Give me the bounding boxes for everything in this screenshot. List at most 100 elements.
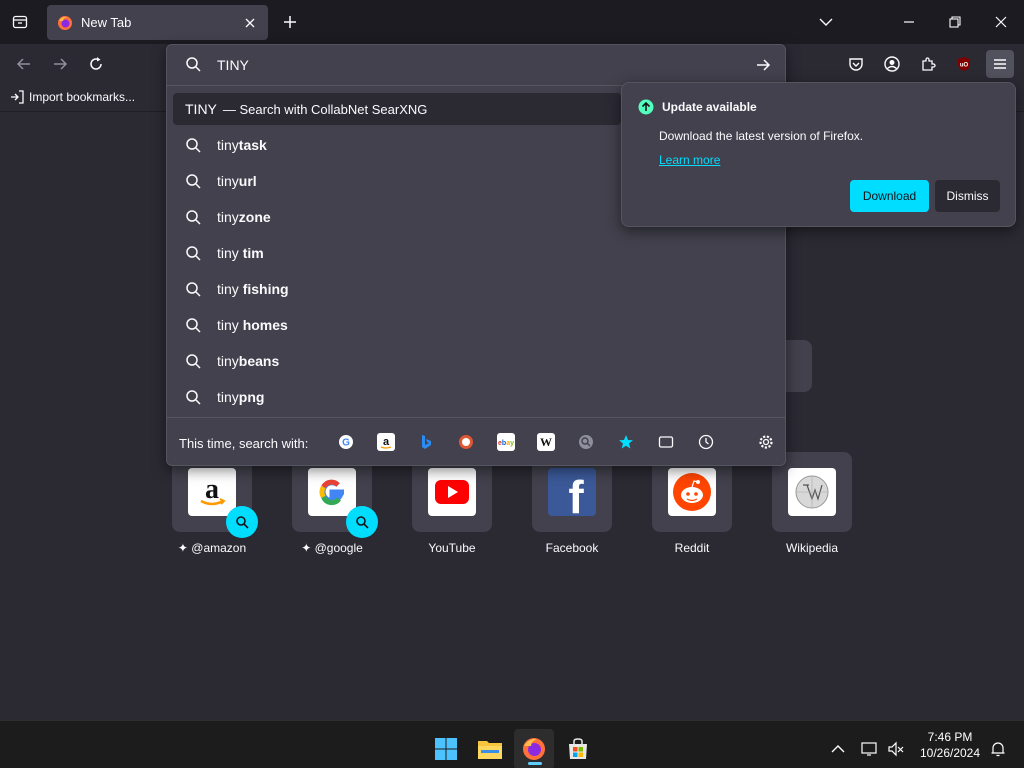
pocket-button[interactable] xyxy=(842,50,870,78)
search-with-label: This time, search with: xyxy=(179,436,309,451)
learn-more-link[interactable]: Learn more xyxy=(659,153,720,167)
searxng-icon xyxy=(579,435,593,449)
chevron-up-icon xyxy=(831,745,845,753)
engine-amazon-button[interactable]: a xyxy=(377,433,395,451)
top-site-label: ✦ @google xyxy=(301,541,363,555)
forward-button[interactable] xyxy=(46,50,74,78)
search-history-button[interactable] xyxy=(697,433,715,451)
ebay-icon: ebay xyxy=(498,440,514,447)
search-settings-button[interactable] xyxy=(757,433,775,451)
engine-wikipedia-button[interactable]: W xyxy=(537,433,555,451)
search-icon xyxy=(186,57,201,72)
import-bookmarks-button[interactable]: Import bookmarks... xyxy=(10,90,135,104)
top-site-wikipedia[interactable]: Wikipedia xyxy=(772,452,852,555)
microsoft-store-button[interactable] xyxy=(558,729,598,768)
reload-button[interactable] xyxy=(82,50,110,78)
restore-icon xyxy=(949,16,961,28)
volume-button[interactable] xyxy=(882,729,910,768)
suggestion-item[interactable]: tinybeans xyxy=(173,345,621,377)
urlbar xyxy=(167,45,785,85)
svg-text:G: G xyxy=(342,438,350,449)
amazon-icon: a xyxy=(380,436,392,449)
top-site-reddit[interactable]: Reddit xyxy=(652,452,732,555)
windows-logo-icon xyxy=(435,738,457,760)
arrow-left-icon xyxy=(16,58,30,70)
plus-icon xyxy=(284,16,296,28)
search-tabs-button[interactable] xyxy=(657,433,675,451)
google-logo-icon xyxy=(308,468,356,516)
suggestion-item[interactable]: tiny fishing xyxy=(173,273,621,305)
suggestion-item[interactable]: tinyzone xyxy=(173,201,621,233)
go-button[interactable] xyxy=(753,55,773,75)
top-site-label: Wikipedia xyxy=(785,541,839,555)
search-bookmarks-button[interactable] xyxy=(617,433,635,451)
tab-strip: New Tab xyxy=(0,0,1024,44)
suggestion-item[interactable]: tinyurl xyxy=(173,165,621,197)
tab-title: New Tab xyxy=(81,15,132,30)
restore-button[interactable] xyxy=(939,8,971,36)
start-button[interactable] xyxy=(426,729,466,768)
reddit-logo-icon xyxy=(668,468,716,516)
download-button[interactable]: Download xyxy=(850,180,929,212)
account-button[interactable] xyxy=(878,50,906,78)
minimize-icon xyxy=(904,21,914,23)
google-icon: G xyxy=(339,435,353,449)
amazon-logo-icon: a xyxy=(188,468,236,516)
suggestion-item[interactable]: tiny homes xyxy=(173,309,621,341)
top-site-amazon[interactable]: a ✦ @amazon xyxy=(172,452,258,555)
search-icon xyxy=(236,516,249,529)
ublock-icon: uO xyxy=(958,57,970,71)
firefox-view-button[interactable] xyxy=(6,8,34,36)
search-icon xyxy=(186,246,201,261)
back-button[interactable] xyxy=(10,50,38,78)
puzzle-icon xyxy=(922,57,936,71)
arrow-right-icon xyxy=(54,58,68,70)
file-explorer-button[interactable] xyxy=(470,729,510,768)
show-hidden-icons-button[interactable] xyxy=(818,729,858,768)
top-site-youtube[interactable]: YouTube xyxy=(412,452,492,555)
engine-google-button[interactable]: G xyxy=(337,433,355,451)
new-tab-button[interactable] xyxy=(278,9,302,35)
search-icon xyxy=(356,516,369,529)
suggestion-item[interactable]: tinytask xyxy=(173,129,621,161)
wikipedia-icon: W xyxy=(540,435,552,449)
engine-ebay-button[interactable]: ebay xyxy=(497,433,515,451)
minimize-button[interactable] xyxy=(893,8,925,36)
taskbar-clock[interactable]: 7:46 PM 10/26/2024 xyxy=(912,729,988,761)
suggestion-item[interactable]: tinypng xyxy=(173,381,621,413)
youtube-logo-icon xyxy=(428,468,476,516)
engine-duckduckgo-button[interactable] xyxy=(457,433,475,451)
bell-icon xyxy=(991,742,1005,757)
app-menu-button[interactable] xyxy=(986,50,1014,78)
clock-icon xyxy=(698,434,714,450)
urlbar-input[interactable] xyxy=(217,53,737,77)
notifications-button[interactable] xyxy=(984,729,1012,768)
bing-icon xyxy=(422,435,431,449)
search-icon xyxy=(186,354,201,369)
tab-close-button[interactable] xyxy=(242,15,258,31)
top-site-label: Reddit xyxy=(674,541,710,555)
list-all-tabs-button[interactable] xyxy=(810,8,842,36)
extensions-button[interactable] xyxy=(914,50,942,78)
svg-text:a: a xyxy=(383,436,390,448)
wikipedia-logo-icon xyxy=(788,468,836,516)
divider xyxy=(167,417,785,418)
network-button[interactable] xyxy=(856,729,884,768)
suggestion-item[interactable]: tiny tim xyxy=(173,237,621,269)
tab-new-tab[interactable]: New Tab xyxy=(47,5,268,40)
folder-icon xyxy=(478,741,502,759)
hamburger-menu-icon xyxy=(994,59,1006,69)
speaker-muted-icon xyxy=(888,741,904,757)
top-site-google[interactable]: ✦ @google xyxy=(292,452,378,555)
suggestion-subtitle: — Search with CollabNet SearXNG xyxy=(222,101,428,117)
suggestion-search-with-engine[interactable]: TINY — Search with CollabNet SearXNG xyxy=(173,93,621,125)
search-icon xyxy=(186,174,201,189)
gear-icon xyxy=(759,435,773,449)
top-site-facebook[interactable]: f Facebook xyxy=(532,452,612,555)
ublock-origin-button[interactable]: uO xyxy=(950,50,978,78)
star-icon xyxy=(619,435,633,449)
close-window-button[interactable] xyxy=(985,8,1017,36)
engine-bing-button[interactable] xyxy=(417,433,435,451)
dismiss-button[interactable]: Dismiss xyxy=(935,180,1000,212)
engine-searxng-button[interactable] xyxy=(577,433,595,451)
